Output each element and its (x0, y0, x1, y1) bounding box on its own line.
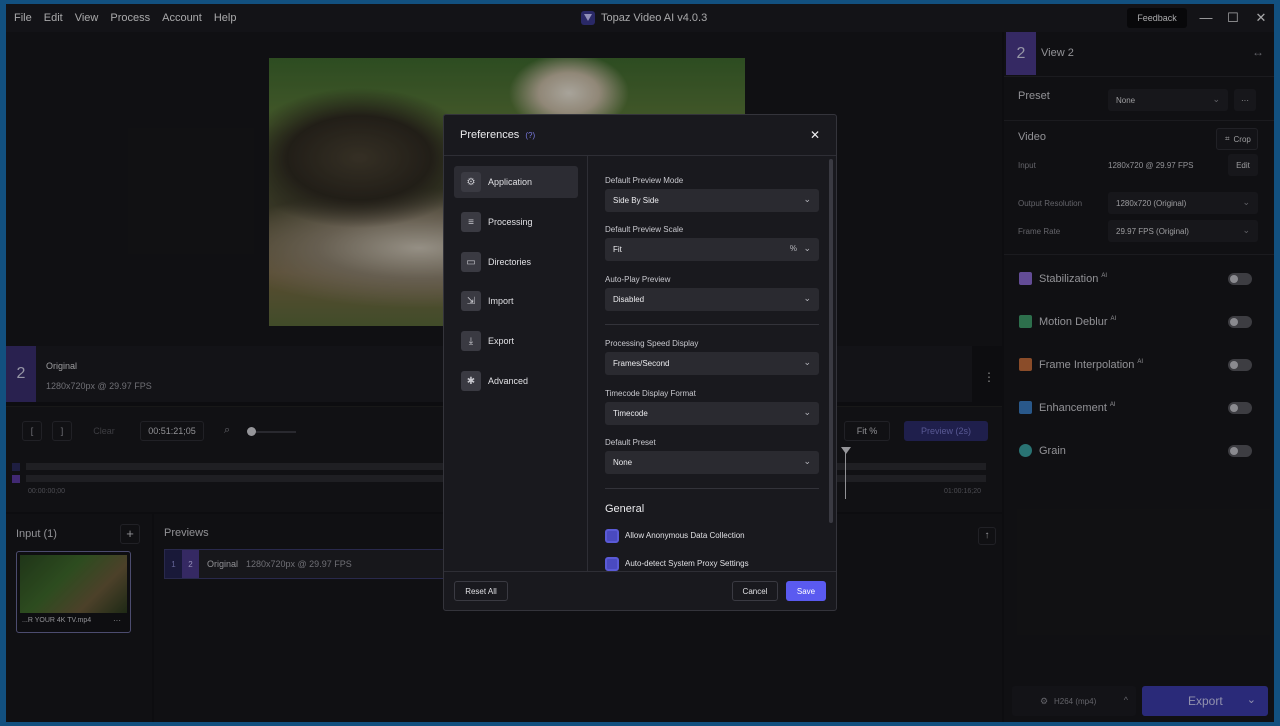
default-preset-value: None (613, 458, 633, 467)
processing-speed-display-select[interactable]: Frames/Second ⌄ (605, 352, 819, 375)
preferences-dialog: Preferences (?) ✕ ⚙ Application ≡ Processi… (443, 114, 837, 611)
auto-play-preview-select[interactable]: Disabled ⌄ (605, 288, 819, 311)
nav-directories-label: Directories (488, 257, 532, 267)
default-preview-mode-select[interactable]: Side By Side ⌄ (605, 189, 819, 212)
chevron-down-icon: ⌄ (803, 456, 811, 466)
processing-speed-display-label: Processing Speed Display (605, 339, 699, 348)
anonymous-data-label: Allow Anonymous Data Collection (625, 531, 745, 540)
chevron-down-icon: ⌄ (803, 243, 811, 253)
chevron-down-icon: ⌄ (803, 194, 811, 204)
general-section-title: General (605, 503, 645, 515)
export-icon: ⤓ (461, 331, 481, 351)
default-preview-scale-value: Fit (613, 245, 622, 254)
help-icon[interactable]: (?) (525, 131, 535, 140)
default-preview-scale-select[interactable]: Fit % ⌄ (605, 238, 819, 261)
nav-application[interactable]: ⚙ Application (454, 166, 578, 198)
nav-import[interactable]: ⇲ Import (454, 285, 578, 317)
default-preset-select[interactable]: None ⌄ (605, 451, 819, 474)
nav-directories[interactable]: ▭ Directories (454, 246, 578, 278)
anonymous-data-checkbox[interactable] (605, 529, 619, 543)
percent-suffix: % (789, 244, 797, 253)
proxy-settings-label: Auto-detect System Proxy Settings (625, 559, 749, 568)
nav-processing[interactable]: ≡ Processing (454, 206, 578, 238)
divider (605, 488, 819, 489)
chevron-down-icon: ⌄ (803, 357, 811, 367)
nav-processing-label: Processing (488, 217, 533, 227)
import-icon: ⇲ (461, 291, 481, 311)
application-icon: ⚙ (461, 172, 481, 192)
dialog-title: Preferences (?) (460, 129, 536, 141)
nav-application-label: Application (488, 177, 533, 187)
auto-play-preview-value: Disabled (613, 295, 645, 304)
nav-import-label: Import (488, 296, 514, 306)
chevron-down-icon: ⌄ (803, 293, 811, 303)
proxy-settings-checkbox[interactable] (605, 557, 619, 571)
divider (587, 156, 588, 571)
advanced-icon: ✱ (461, 371, 481, 391)
nav-advanced[interactable]: ✱ Advanced (454, 365, 578, 397)
divider (605, 324, 819, 325)
timecode-display-format-select[interactable]: Timecode ⌄ (605, 402, 819, 425)
dialog-close-icon[interactable]: ✕ (810, 128, 820, 142)
nav-export-label: Export (488, 336, 515, 346)
timecode-display-format-label: Timecode Display Format (605, 389, 696, 398)
default-preview-mode-label: Default Preview Mode (605, 176, 684, 185)
divider (444, 155, 836, 156)
default-preset-label: Default Preset (605, 438, 656, 447)
nav-advanced-label: Advanced (488, 376, 529, 386)
default-preview-mode-value: Side By Side (613, 196, 659, 205)
processing-speed-display-value: Frames/Second (613, 359, 670, 368)
divider (444, 571, 836, 572)
dialog-scrollbar[interactable] (829, 159, 833, 523)
chevron-down-icon: ⌄ (803, 407, 811, 417)
nav-export[interactable]: ⤓ Export (454, 325, 578, 357)
folder-icon: ▭ (461, 252, 481, 272)
processing-icon: ≡ (461, 212, 481, 232)
cancel-button[interactable]: Cancel (732, 581, 778, 601)
auto-play-preview-label: Auto-Play Preview (605, 275, 671, 284)
timecode-display-format-value: Timecode (613, 409, 648, 418)
save-button[interactable]: Save (786, 581, 826, 601)
reset-all-button[interactable]: Reset All (454, 581, 508, 601)
default-preview-scale-label: Default Preview Scale (605, 225, 684, 234)
